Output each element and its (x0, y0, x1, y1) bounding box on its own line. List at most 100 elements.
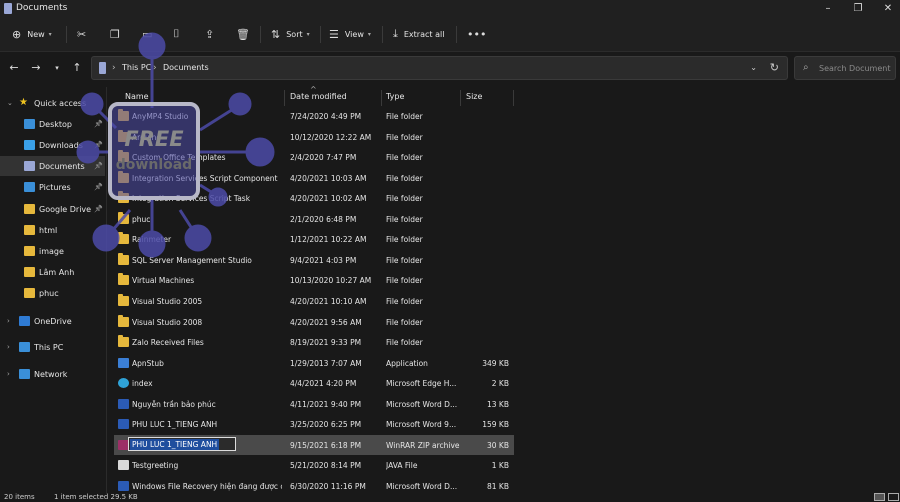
file-type: File folder (386, 317, 423, 327)
recent-locations-chevron-icon[interactable]: ▾ (50, 61, 64, 75)
sidebar-item-documents[interactable]: Documents 📌 (0, 156, 105, 176)
file-row[interactable]: AnyMP4 Studio 7/24/2020 4:49 PM File folde… (114, 106, 514, 126)
file-row[interactable]: Zalo Received Files 8/19/2021 9:33 PM File… (114, 332, 514, 352)
column-divider[interactable] (460, 90, 461, 106)
file-size: 13 KB (487, 399, 509, 409)
file-type: Microsoft Edge H... (386, 379, 457, 389)
file-type: File folder (386, 235, 423, 245)
paste-button[interactable]: ▭ (142, 26, 158, 42)
file-row[interactable]: Windows File Recovery hiện đang được c..… (114, 476, 514, 496)
folder-icon (118, 273, 129, 286)
address-dropdown-icon[interactable]: ⌄ (750, 63, 757, 72)
sidebar-item-label: Quick access (34, 98, 87, 108)
word-icon (118, 419, 129, 430)
more-options-button[interactable]: ••• (467, 26, 492, 42)
sidebar-item-network[interactable]: › Network (0, 364, 105, 384)
folder-icon (118, 150, 129, 163)
sidebar-item-image[interactable]: image (0, 241, 105, 261)
file-type: File folder (386, 194, 423, 204)
rename-input[interactable]: PHU LUC 1_TIENG ANH (128, 436, 236, 451)
sidebar-item-l-m-anh[interactable]: Lâm Anh (0, 262, 105, 282)
file-row[interactable]: SQL Server Management Studio 9/4/2021 4:0… (114, 250, 514, 270)
chevron-right-icon[interactable]: › (7, 317, 10, 325)
sidebar-item-onedrive[interactable]: › OneDrive (0, 311, 105, 331)
column-header-size[interactable]: Size (466, 92, 482, 101)
column-divider[interactable] (513, 90, 514, 106)
file-row[interactable]: Nguyễn trần bảo phúc 4/11/2021 9:40 PM Mic… (114, 394, 514, 414)
delete-button[interactable]: 🗑 (236, 26, 256, 42)
pin-icon: 📌 (94, 205, 103, 213)
new-label: New (27, 29, 45, 39)
sidebar-item-google-drive[interactable]: Google Drive 📌 (0, 199, 105, 219)
search-input[interactable] (819, 61, 891, 75)
chevron-right-icon[interactable]: › (7, 370, 10, 378)
column-divider[interactable] (381, 90, 382, 106)
close-icon[interactable]: ✕ (880, 2, 896, 16)
refresh-icon[interactable]: ↻ (770, 61, 779, 74)
rename-button[interactable]: ⌷ (173, 26, 186, 42)
chevron-down-icon[interactable]: ⌄ (7, 99, 13, 107)
file-type: WinRAR ZIP archive (386, 440, 460, 450)
minimize-icon[interactable]: – (820, 2, 836, 16)
file-row[interactable]: Visual Studio 2008 4/20/2021 9:56 AM File … (114, 312, 514, 332)
file-date: 4/4/2021 4:20 PM (290, 379, 357, 389)
file-name: Integration Services Script Component (132, 173, 278, 183)
column-header-type[interactable]: Type (386, 92, 404, 101)
column-divider[interactable] (284, 90, 285, 106)
column-header-date[interactable]: Date modified (290, 92, 347, 101)
sidebar-item-quick-access[interactable]: ⌄ ★ Quick access (0, 93, 105, 113)
back-arrow-icon[interactable]: ← (7, 61, 21, 75)
sidebar-item-this-pc[interactable]: › This PC (0, 337, 105, 357)
file-row[interactable]: PHU LUC 1_TIENG ANH 9/15/2021 6:18 PM WinR… (114, 434, 514, 455)
file-row[interactable]: PHU LUC 1_TIENG ANH 3/25/2020 6:25 PM Micr… (114, 414, 514, 434)
file-row[interactable]: Rainmeter 1/12/2021 10:22 AM File folder (114, 229, 514, 249)
file-row[interactable]: Arduino 10/12/2020 12:22 AM File folder (114, 127, 514, 147)
file-row[interactable]: Virtual Machines 10/13/2020 10:27 AM File … (114, 270, 514, 290)
file-size: 159 KB (482, 420, 509, 430)
share-icon: ⇪ (205, 27, 215, 41)
sidebar-item-pictures[interactable]: Pictures 📌 (0, 177, 105, 197)
sidebar-item-label: Network (34, 369, 68, 379)
file-row[interactable]: Integration Services Script Task 4/20/202… (114, 188, 514, 208)
file-row[interactable]: Visual Studio 2005 4/20/2021 10:10 AM File… (114, 291, 514, 311)
chevron-right-icon[interactable]: › (7, 343, 10, 351)
folder-icon (118, 109, 129, 121)
column-header-name[interactable]: Name (125, 92, 149, 101)
details-view-icon[interactable] (874, 493, 885, 501)
maximize-icon[interactable]: ❐ (850, 2, 866, 16)
sidebar-item-html[interactable]: html (0, 220, 105, 240)
up-arrow-icon[interactable]: ↑ (70, 61, 84, 75)
folder-icon (24, 204, 35, 214)
search-box[interactable]: ⌕ (794, 56, 896, 80)
cut-button[interactable]: ✂ (77, 26, 92, 42)
address-bar[interactable]: › This PC › Documents ⌄ ↻ (91, 56, 788, 80)
breadcrumb-this-pc[interactable]: This PC (122, 63, 151, 72)
tiles-view-icon[interactable] (888, 493, 899, 501)
breadcrumb-documents[interactable]: Documents (163, 63, 209, 72)
file-date: 3/25/2020 6:25 PM (290, 420, 362, 430)
sidebar-item-desktop[interactable]: Desktop 📌 (0, 114, 105, 134)
share-button[interactable]: ⇪ (205, 26, 220, 42)
file-row[interactable]: Custom Office Templates 2/4/2020 7:47 PM F… (114, 147, 514, 167)
new-button[interactable]: ⊕ New ▾ (12, 26, 52, 42)
file-row[interactable]: Integration Services Script Component 4/2… (114, 168, 514, 188)
item-count: 20 items (4, 493, 35, 501)
file-row[interactable]: phuc 2/1/2020 6:48 PM File folder (114, 209, 514, 229)
file-size: 81 KB (487, 481, 509, 491)
file-row[interactable]: ApnStub 1/29/2013 7:07 AM Application 349 K… (114, 353, 514, 373)
forward-arrow-icon[interactable]: → (29, 61, 43, 75)
file-size: 2 KB (491, 379, 509, 389)
copy-button[interactable]: ❐ (110, 26, 126, 42)
sidebar-item-downloads[interactable]: Downloads 📌 (0, 135, 105, 155)
sort-button[interactable]: ⇅ Sort ▾ (271, 26, 310, 42)
file-date: 1/29/2013 7:07 AM (290, 358, 362, 368)
pin-icon: 📌 (94, 162, 103, 170)
sidebar-item-phuc[interactable]: phuc (0, 283, 105, 303)
view-button[interactable]: ☰ View ▾ (329, 26, 371, 42)
file-row[interactable]: index 4/4/2021 4:20 PM Microsoft Edge H...… (114, 373, 514, 393)
file-row[interactable]: Testgreeting 5/21/2020 8:14 PM JAVA File 1 … (114, 455, 514, 475)
extract-all-button[interactable]: ⤓ Extract all (393, 26, 444, 42)
file-type: File folder (386, 173, 423, 183)
word-icon (118, 480, 129, 491)
word-icon (118, 398, 129, 409)
